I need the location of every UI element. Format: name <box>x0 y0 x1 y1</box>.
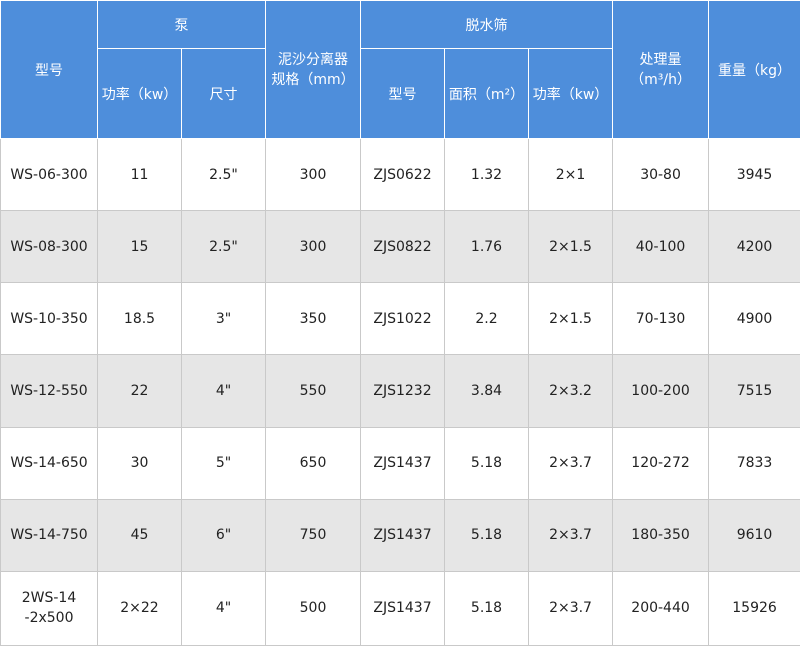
cell-pump-size: 3" <box>181 282 266 356</box>
cell-screen-power: 2×3.2 <box>527 354 614 428</box>
col-header-screen-power: 功率（kw） <box>527 48 614 139</box>
cell-weight: 4900 <box>708 282 800 356</box>
col-header-pump-power: 功率（kw） <box>97 48 182 139</box>
cell-model: WS-12-550 <box>0 354 98 428</box>
separator-header-line1: 泥沙分离器 <box>278 51 348 68</box>
cell-screen-area: 1.76 <box>444 210 529 284</box>
cell-model: WS-08-300 <box>0 210 98 284</box>
cell-screen-area: 5.18 <box>444 498 529 572</box>
cell-screen-area: 5.18 <box>444 570 529 646</box>
cell-pump-size: 5" <box>181 426 266 500</box>
capacity-header-line1: 处理量 <box>639 51 682 68</box>
cell-weight: 7515 <box>708 354 800 428</box>
cell-separator: 650 <box>265 426 361 500</box>
cell-pump-size: 6" <box>181 498 266 572</box>
cell-pump-power: 2×22 <box>97 570 182 646</box>
table-row: WS-12-550 22 4" 550 ZJS1232 3.84 2×3.2 1… <box>0 354 800 428</box>
cell-capacity: 40-100 <box>612 210 710 284</box>
cell-weight: 15926 <box>708 570 800 646</box>
cell-separator: 550 <box>265 354 361 428</box>
table-row: 2WS-14 -2x500 2×22 4" 500 ZJS1437 5.18 2… <box>0 570 800 646</box>
cell-screen-model: ZJS0822 <box>360 210 445 284</box>
cell-screen-power: 2×3.7 <box>527 426 614 500</box>
cell-model: 2WS-14 -2x500 <box>0 570 98 646</box>
table-header: 型号 泵 泥沙分离器 规格（mm） 脱水筛 处理量 （m³/h） 重量（kg） … <box>0 0 800 139</box>
cell-screen-power: 2×1 <box>527 137 614 212</box>
cell-capacity: 200-440 <box>612 570 710 646</box>
cell-capacity: 70-130 <box>612 282 710 356</box>
cell-pump-size: 4" <box>181 570 266 646</box>
cell-screen-model: ZJS1232 <box>360 354 445 428</box>
cell-pump-power: 11 <box>97 137 182 212</box>
cell-capacity: 120-272 <box>612 426 710 500</box>
col-header-screen-area: 面积（m²） <box>444 48 529 139</box>
cell-separator: 300 <box>265 137 361 212</box>
cell-weight: 7833 <box>708 426 800 500</box>
cell-weight: 9610 <box>708 498 800 572</box>
spec-table: 型号 泵 泥沙分离器 规格（mm） 脱水筛 处理量 （m³/h） 重量（kg） … <box>0 0 800 646</box>
spec-table-container: 型号 泵 泥沙分离器 规格（mm） 脱水筛 处理量 （m³/h） 重量（kg） … <box>0 0 800 646</box>
cell-screen-model: ZJS0622 <box>360 137 445 212</box>
cell-separator: 750 <box>265 498 361 572</box>
table-row: WS-06-300 11 2.5" 300 ZJS0622 1.32 2×1 3… <box>0 137 800 212</box>
cell-weight: 4200 <box>708 210 800 284</box>
cell-screen-model: ZJS1437 <box>360 426 445 500</box>
cell-screen-area: 3.84 <box>444 354 529 428</box>
cell-model: WS-06-300 <box>0 137 98 212</box>
cell-capacity: 30-80 <box>612 137 710 212</box>
cell-pump-power: 18.5 <box>97 282 182 356</box>
cell-screen-model: ZJS1437 <box>360 498 445 572</box>
col-header-pump: 泵 <box>97 0 266 49</box>
cell-screen-area: 5.18 <box>444 426 529 500</box>
separator-header-line2: 规格（mm） <box>271 71 355 88</box>
col-header-pump-size: 尺寸 <box>181 48 266 139</box>
table-row: WS-14-650 30 5" 650 ZJS1437 5.18 2×3.7 1… <box>0 426 800 500</box>
cell-screen-power: 2×3.7 <box>527 570 614 646</box>
cell-screen-power: 2×3.7 <box>527 498 614 572</box>
col-header-separator: 泥沙分离器 规格（mm） <box>265 0 361 139</box>
cell-capacity: 100-200 <box>612 354 710 428</box>
col-header-dewatering-screen: 脱水筛 <box>359 0 614 49</box>
cell-pump-power: 22 <box>97 354 182 428</box>
cell-pump-size: 2.5" <box>181 137 266 212</box>
cell-screen-area: 2.2 <box>444 282 529 356</box>
cell-pump-power: 15 <box>97 210 182 284</box>
cell-screen-area: 1.32 <box>444 137 529 212</box>
cell-screen-power: 2×1.5 <box>527 282 614 356</box>
cell-weight: 3945 <box>708 137 800 212</box>
cell-capacity: 180-350 <box>612 498 710 572</box>
cell-screen-power: 2×1.5 <box>527 210 614 284</box>
table-row: WS-14-750 45 6" 750 ZJS1437 5.18 2×3.7 1… <box>0 498 800 572</box>
col-header-model: 型号 <box>0 0 98 139</box>
cell-separator: 500 <box>265 570 361 646</box>
cell-screen-model: ZJS1437 <box>360 570 445 646</box>
cell-model: WS-14-650 <box>0 426 98 500</box>
cell-model: WS-14-750 <box>0 498 98 572</box>
table-row: WS-08-300 15 2.5" 300 ZJS0822 1.76 2×1.5… <box>0 210 800 284</box>
table-row: WS-10-350 18.5 3" 350 ZJS1022 2.2 2×1.5 … <box>0 282 800 356</box>
cell-model: WS-10-350 <box>0 282 98 356</box>
cell-separator: 300 <box>265 210 361 284</box>
cell-screen-model: ZJS1022 <box>360 282 445 356</box>
table-body: WS-06-300 11 2.5" 300 ZJS0622 1.32 2×1 3… <box>0 137 800 646</box>
cell-pump-power: 30 <box>97 426 182 500</box>
col-header-screen-model: 型号 <box>360 48 445 139</box>
col-header-weight: 重量（kg） <box>708 0 800 139</box>
cell-pump-size: 2.5" <box>181 210 266 284</box>
cell-pump-power: 45 <box>97 498 182 572</box>
cell-pump-size: 4" <box>181 354 266 428</box>
model-line2: -2x500 <box>24 610 74 627</box>
col-header-capacity: 处理量 （m³/h） <box>612 0 710 139</box>
cell-separator: 350 <box>265 282 361 356</box>
capacity-header-line2: （m³/h） <box>630 71 691 88</box>
model-line1: 2WS-14 <box>21 590 77 607</box>
